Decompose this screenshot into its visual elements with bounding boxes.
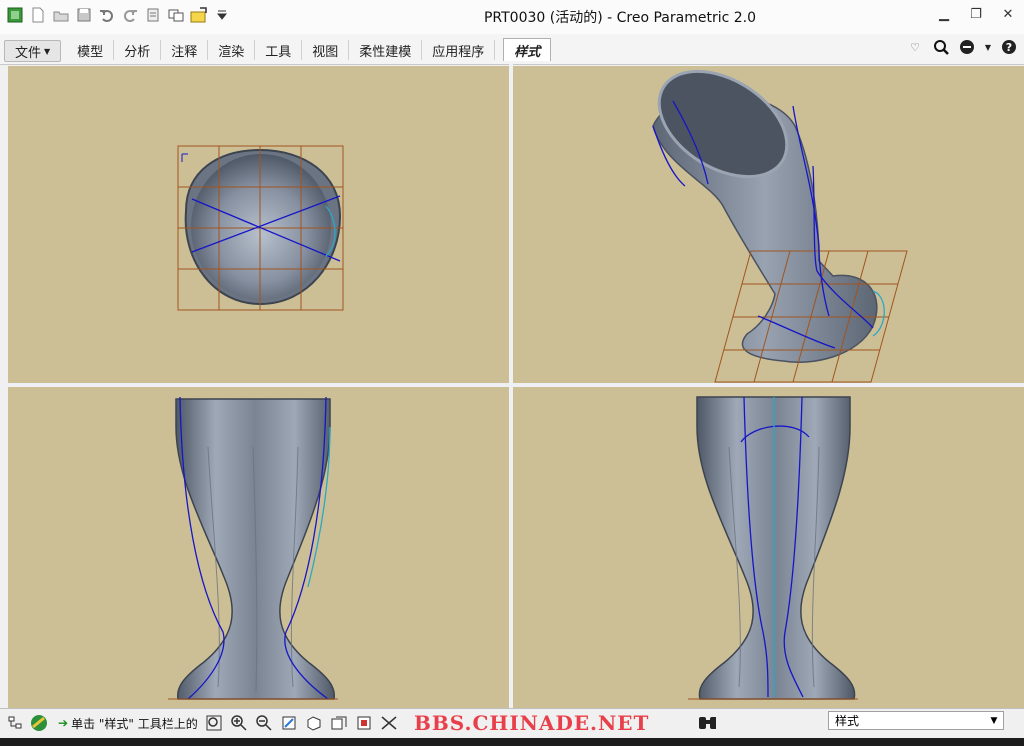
tab-model[interactable]: 模型 (67, 40, 115, 60)
tab-style[interactable]: 样式 (503, 38, 552, 61)
view-toolbar (205, 714, 398, 732)
viewport-top[interactable] (8, 66, 509, 383)
appearance-icon[interactable] (30, 714, 48, 732)
minimize-ribbon-icon[interactable]: ♡ (906, 38, 924, 56)
status-left: ➔ 单击 "样式" 工具栏上的 (6, 714, 202, 732)
viewport-right[interactable] (513, 387, 1024, 708)
svg-text:?: ? (1006, 41, 1012, 54)
refit-icon[interactable] (205, 714, 223, 732)
search-icon[interactable] (932, 38, 950, 56)
window-controls: ▁ ❐ ✕ (936, 6, 1016, 22)
chevron-down-icon[interactable]: ▼ (987, 714, 1001, 728)
watermark-text: BBS.CHINADE.NET (414, 711, 650, 735)
datum-display-icon[interactable] (380, 714, 398, 732)
cup-front-view (168, 396, 338, 700)
filter-select[interactable]: 样式 ▼ (828, 711, 1004, 730)
regenerate-icon[interactable] (144, 6, 162, 24)
chevron-down-icon: ▼ (44, 46, 51, 56)
customize-icon[interactable] (213, 6, 231, 24)
find-icon[interactable] (698, 714, 716, 732)
close-icon[interactable]: ✕ (1000, 6, 1016, 22)
window-title: PRT0030 (活动的) - Creo Parametric 2.0 (483, 10, 757, 26)
tab-file[interactable]: 文件 ▼ (4, 40, 62, 62)
tab-file-label: 文件 (15, 45, 42, 61)
tab-tools[interactable]: 工具 (255, 40, 303, 60)
repaint-icon[interactable] (280, 714, 298, 732)
viewport-front[interactable] (8, 387, 509, 708)
tab-render[interactable]: 渲染 (208, 40, 256, 60)
windows-icon[interactable] (167, 6, 185, 24)
zoom-in-icon[interactable] (230, 714, 248, 732)
minimize-icon[interactable]: ▁ (936, 6, 952, 22)
ribbon: 文件 ▼ 模型 分析 注释 渲染 工具 视图 柔性建模 应用程序 样式 ♡ ▼ ? (0, 34, 1024, 65)
tab-annotate[interactable]: 注释 (161, 40, 209, 60)
open-file-icon[interactable] (52, 6, 70, 24)
close-window-icon[interactable] (190, 6, 208, 24)
ribbon-tabs: 文件 ▼ 模型 分析 注释 渲染 工具 视图 柔性建模 应用程序 样式 (4, 38, 552, 62)
community-icon[interactable] (958, 38, 976, 56)
chevron-down-icon[interactable]: ▼ (984, 38, 992, 56)
status-message: ➔ 单击 "样式" 工具栏上的 (58, 715, 198, 732)
undo-icon[interactable] (98, 6, 116, 24)
tab-view[interactable]: 视图 (302, 40, 350, 60)
view-manager-icon[interactable] (355, 714, 373, 732)
new-file-icon[interactable] (29, 6, 47, 24)
zoom-out-icon[interactable] (255, 714, 273, 732)
app-logo-icon[interactable] (6, 6, 24, 24)
filter-select-value: 样式 (835, 714, 860, 728)
title-bar: PRT0030 (活动的) - Creo Parametric 2.0 ▁ ❐ … (0, 0, 1024, 34)
cup-isometric-view (652, 69, 908, 383)
arrow-right-icon: ➔ (58, 716, 69, 730)
cup-top-view (177, 145, 344, 311)
ribbon-tools: ♡ ▼ ? (906, 38, 1018, 56)
viewport-isometric[interactable] (513, 66, 1024, 383)
quick-access-toolbar (6, 6, 231, 24)
redo-icon[interactable] (121, 6, 139, 24)
status-message-text: 单击 "样式" 工具栏上的 (71, 716, 198, 731)
saved-views-icon[interactable] (330, 714, 348, 732)
model-tree-icon[interactable] (6, 714, 24, 732)
tab-analysis[interactable]: 分析 (114, 40, 162, 60)
restore-icon[interactable]: ❐ (968, 6, 984, 22)
help-icon[interactable]: ? (1000, 38, 1018, 56)
display-style-icon[interactable] (305, 714, 323, 732)
viewport-divider-vertical[interactable] (509, 64, 513, 708)
cup-right-view (688, 396, 858, 700)
save-icon[interactable] (75, 6, 93, 24)
tab-flexible-modeling[interactable]: 柔性建模 (349, 40, 423, 60)
taskbar-strip (0, 738, 1024, 746)
tab-applications[interactable]: 应用程序 (422, 40, 496, 60)
